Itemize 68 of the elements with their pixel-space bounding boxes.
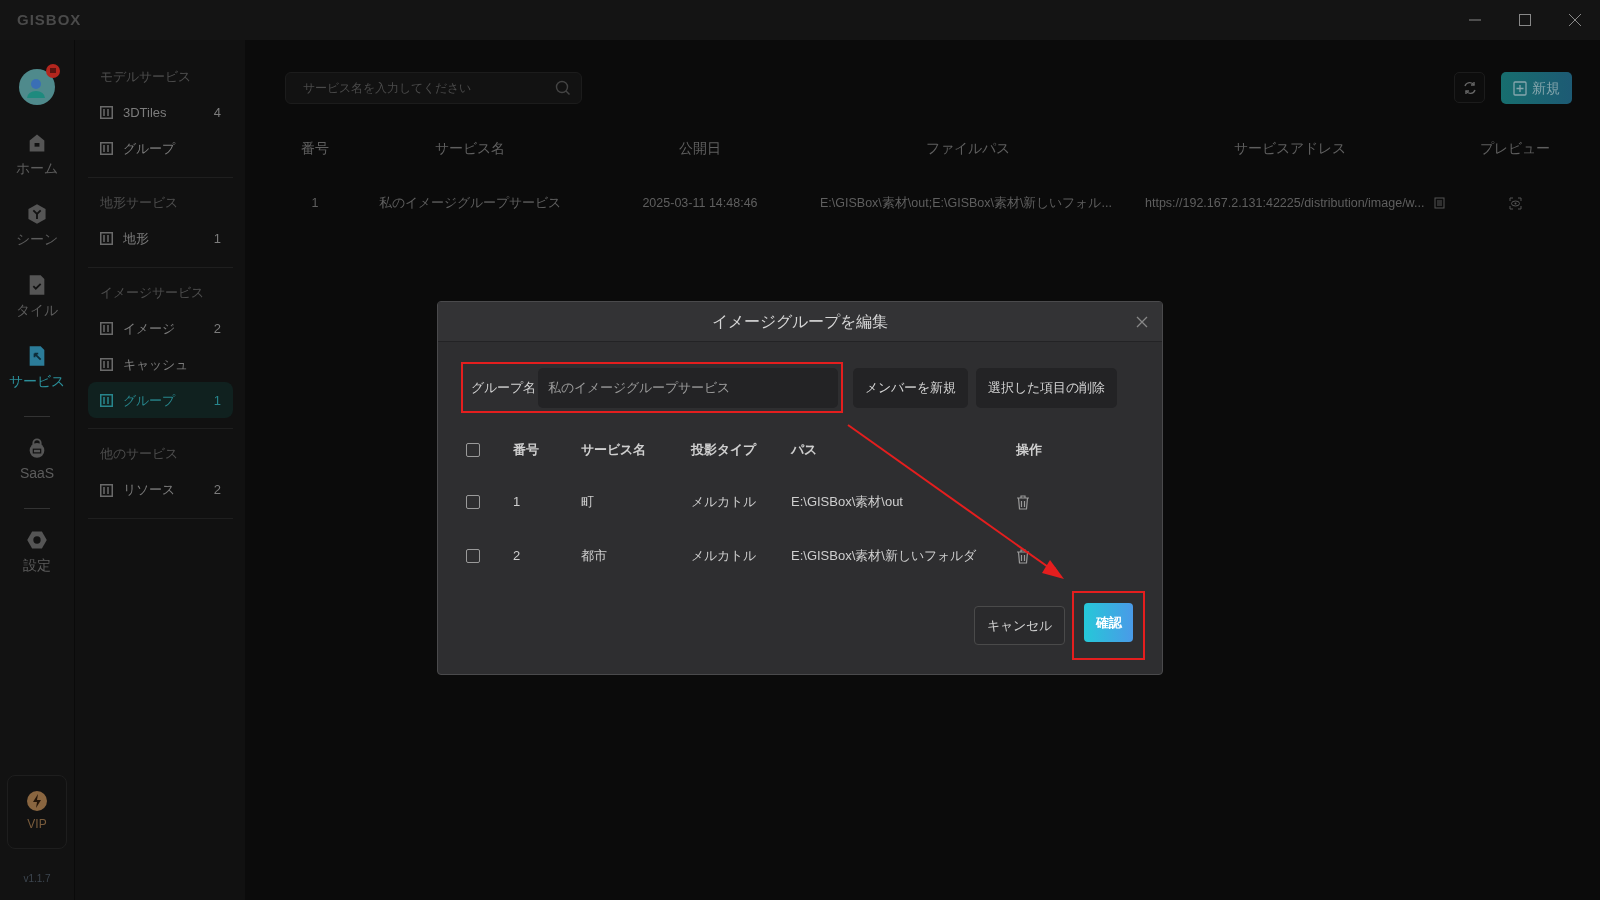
layer-icon xyxy=(100,357,113,371)
search-icon xyxy=(555,80,571,96)
version-text: v1.1.7 xyxy=(23,872,51,886)
refresh-button[interactable] xyxy=(1454,72,1485,103)
layer-icon xyxy=(100,142,113,156)
dialog-title: イメージグループを編集 xyxy=(712,311,888,332)
trash-icon[interactable] xyxy=(1016,548,1030,564)
action-button[interactable]: メンバーを新規 xyxy=(853,367,968,408)
table-cell-text: https://192.167.2.131:42225/distribution/image/w... xyxy=(1145,194,1425,212)
new-button[interactable]: 新規 xyxy=(1501,72,1572,104)
table-cell-text: 1 xyxy=(513,493,521,512)
close-icon[interactable] xyxy=(1134,314,1150,330)
nav-item[interactable]: ホーム xyxy=(16,128,58,183)
panel-item[interactable]: イメージ 2 xyxy=(88,310,233,347)
column-header: サービス名 xyxy=(581,441,647,460)
table-cell-text: 2025-03-11 14:48:46 xyxy=(641,194,759,212)
column-header: パス xyxy=(791,441,818,460)
panel-item[interactable]: グループ 1 xyxy=(88,382,233,419)
panel-item[interactable]: キャッシュ xyxy=(88,346,233,383)
column-header: 番号 xyxy=(513,441,540,460)
lightning-icon xyxy=(27,791,47,811)
add-icon xyxy=(1513,80,1527,96)
refresh-icon xyxy=(1461,79,1478,96)
panel-item[interactable]: リソース 2 xyxy=(88,472,233,508)
column-header: サービス名 xyxy=(434,138,506,158)
layer-icon xyxy=(100,106,113,120)
notification-badge xyxy=(46,64,60,78)
group-name-field[interactable]: 私のイメージグループサービス xyxy=(538,367,838,408)
column-header: 公開日 xyxy=(678,138,722,158)
trash-icon[interactable] xyxy=(1016,494,1030,510)
checkbox[interactable] xyxy=(466,443,480,457)
table-cell-text: 町 xyxy=(581,493,594,512)
nav-item[interactable]: タイル xyxy=(16,270,58,325)
confirm-button[interactable]: 確認 xyxy=(1084,603,1133,642)
nav-item[interactable]: シーン xyxy=(16,199,58,254)
column-header: プレビュー xyxy=(1479,138,1551,158)
layer-icon xyxy=(100,483,113,497)
table-cell-text: 都市 xyxy=(581,547,607,566)
checkbox[interactable] xyxy=(466,549,480,563)
table-cell-text: 1 xyxy=(310,194,320,212)
column-header: サービスアドレス xyxy=(1233,138,1347,158)
table-cell-text: メルカトル xyxy=(691,547,756,566)
cube-icon xyxy=(26,203,48,225)
layer-icon xyxy=(100,232,113,245)
table-cell-text: 2 xyxy=(513,547,521,566)
vip-button[interactable]: VIP xyxy=(7,775,67,849)
column-header: 投影タイプ xyxy=(691,441,758,460)
nav-item[interactable]: 設定 xyxy=(23,525,51,580)
nav-item[interactable]: サービス xyxy=(9,341,65,396)
column-header: 操作 xyxy=(1016,441,1043,460)
table-cell-text: メルカトル xyxy=(691,493,756,512)
panel-item[interactable]: 地形 1 xyxy=(88,220,233,257)
column-header: ファイルパス xyxy=(924,138,1011,158)
table-cell-text: E:\GISBox\素材\out xyxy=(791,493,903,512)
layer-icon xyxy=(100,393,113,407)
cancel-button[interactable]: キャンセル xyxy=(974,606,1065,645)
panel-item[interactable]: グループ xyxy=(88,130,233,167)
table-cell-text: E:\GISBox\素材\新しいフォルダ xyxy=(791,547,976,566)
layer-icon xyxy=(100,321,113,335)
table-cell-text: E:\GISBox\素材\out;E:\GISBox\素材\新しいフォル... xyxy=(819,194,1113,212)
action-button[interactable]: 選択した項目の削除 xyxy=(976,367,1117,408)
field-label: グループ名 xyxy=(471,378,536,397)
checkbox[interactable] xyxy=(466,495,480,509)
panel-item[interactable]: 3DTiles 4 xyxy=(88,94,233,131)
table-cell-text: 私のイメージグループサービス xyxy=(378,194,562,212)
settings-icon xyxy=(26,529,48,551)
nav-item[interactable]: SaaS xyxy=(19,433,55,488)
column-header: 番号 xyxy=(300,138,330,158)
